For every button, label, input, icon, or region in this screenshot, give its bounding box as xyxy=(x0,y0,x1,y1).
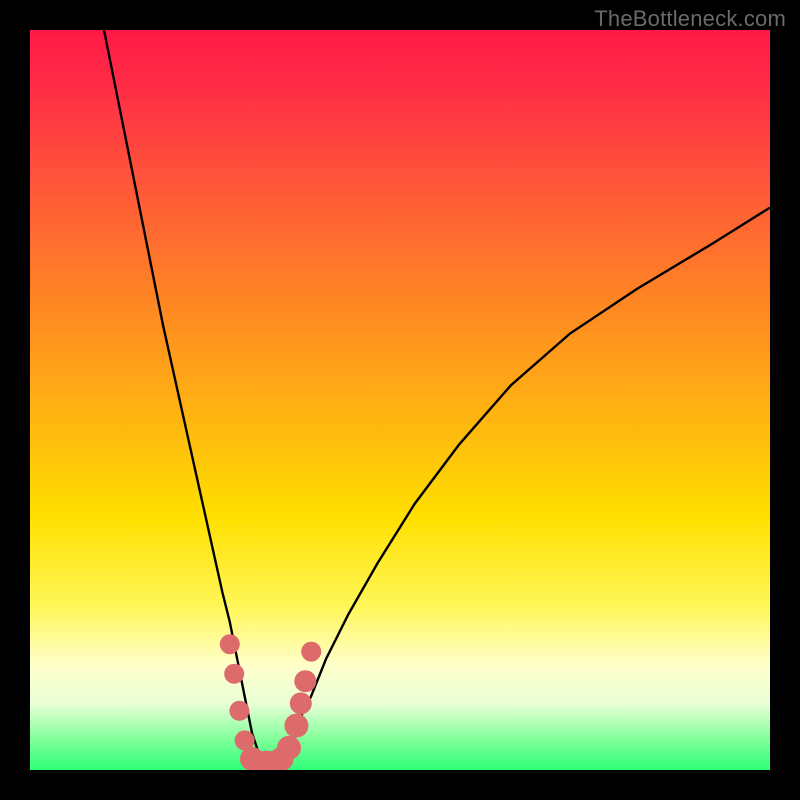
bottleneck-curve-svg xyxy=(30,30,770,770)
curve-marker xyxy=(224,664,244,684)
chart-frame: TheBottleneck.com xyxy=(0,0,800,800)
curve-marker xyxy=(301,642,321,662)
watermark-text: TheBottleneck.com xyxy=(594,6,786,32)
curve-marker xyxy=(290,692,312,714)
curve-marker xyxy=(240,747,264,770)
bottleneck-curve-path xyxy=(104,30,770,770)
curve-marker xyxy=(229,701,249,721)
curve-marker xyxy=(235,730,255,750)
curve-marker xyxy=(247,751,271,770)
curve-marker xyxy=(262,751,286,770)
marker-group xyxy=(220,634,321,770)
curve-marker xyxy=(255,751,279,770)
plot-area xyxy=(30,30,770,770)
curve-marker xyxy=(220,634,240,654)
curve-marker xyxy=(277,736,301,760)
curve-marker xyxy=(294,670,316,692)
curve-marker xyxy=(284,714,308,738)
curve-marker xyxy=(270,747,294,770)
